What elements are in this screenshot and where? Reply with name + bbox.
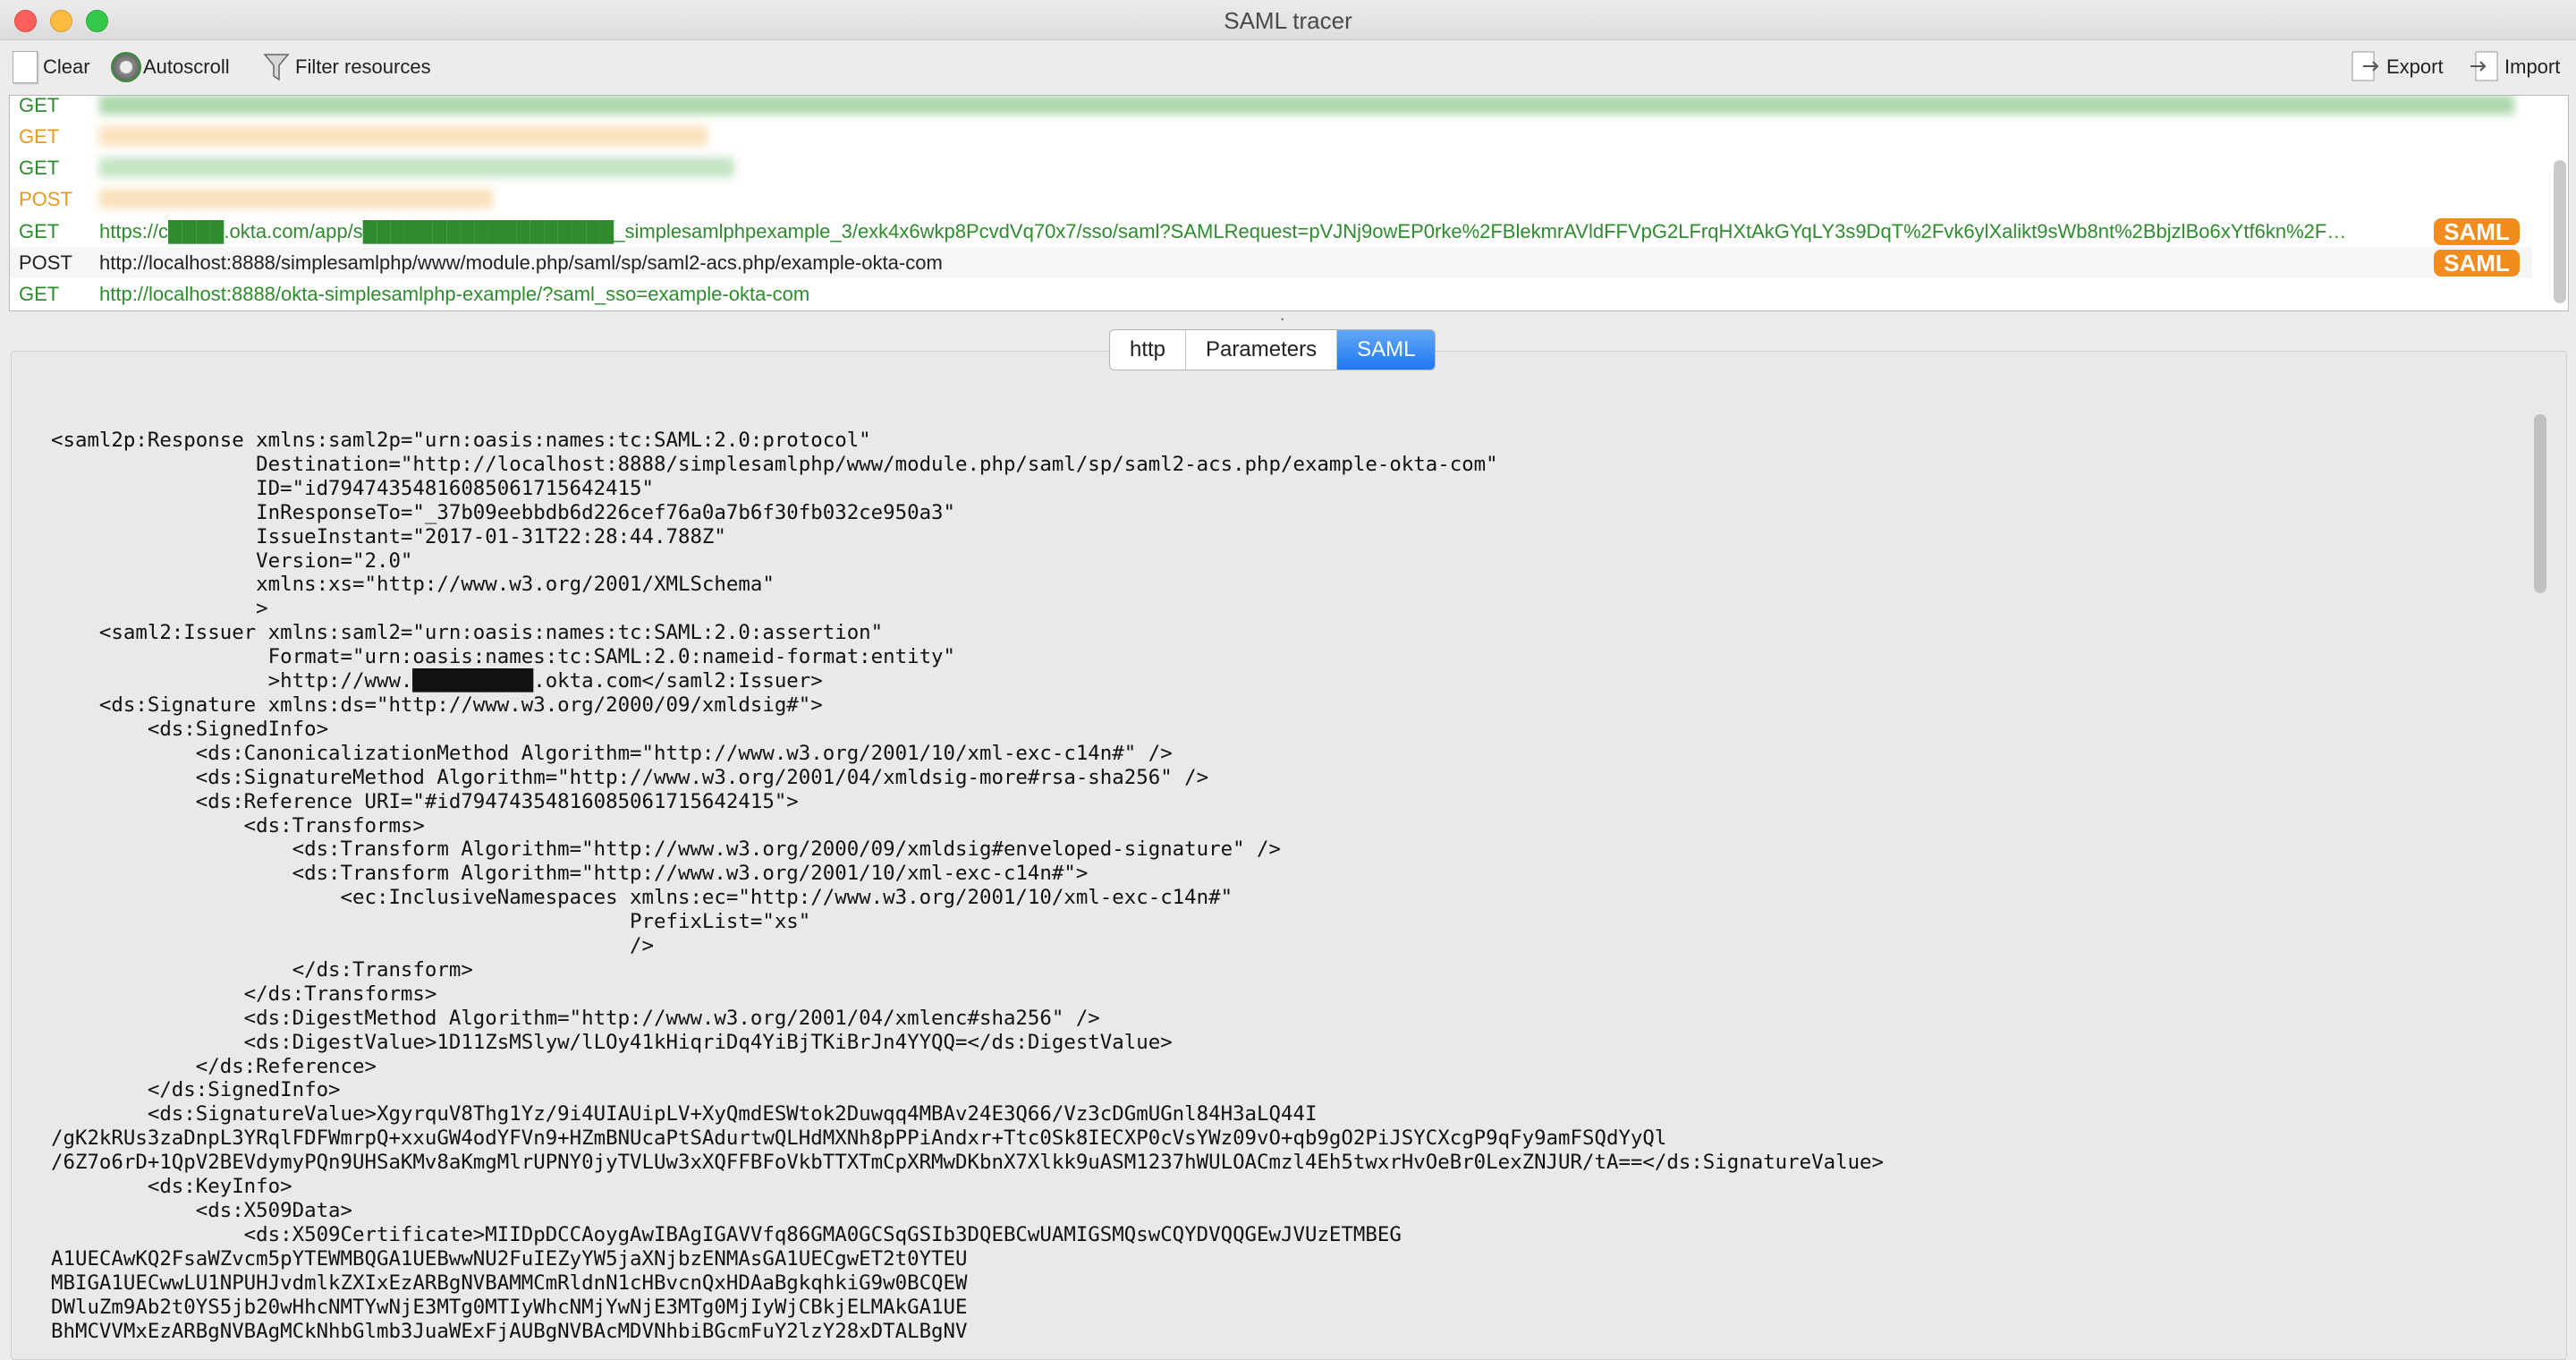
request-row[interactable]: GET <box>10 95 2532 121</box>
detail-scrollbar[interactable] <box>2534 414 2546 593</box>
xml-line: MBIGA1UECwwLU1NPUHJvdmlkZXIxEzARBgNVBAMM… <box>51 1271 968 1295</box>
gear-icon <box>111 52 141 82</box>
xml-line: <ds:Transforms> <box>243 813 425 837</box>
export-label: Export <box>2386 55 2444 78</box>
xml-line: > <box>256 597 268 621</box>
autoscroll-label: Autoscroll <box>143 55 230 78</box>
xml-line: </ds:Reference> <box>195 1054 377 1078</box>
request-method: GET <box>19 283 60 305</box>
xml-line: Format="urn:oasis:names:tc:SAML:2.0:name… <box>267 645 956 669</box>
tab-saml[interactable]: SAML <box>1337 330 1436 370</box>
clear-label: Clear <box>43 55 90 78</box>
xml-line: <ds:CanonicalizationMethod Algorithm="ht… <box>195 741 1173 765</box>
import-icon <box>2470 51 2498 81</box>
request-row[interactable]: POST <box>10 183 2532 215</box>
redacted-url <box>99 157 734 177</box>
saml-badge: SAML <box>2434 250 2520 276</box>
xml-line: <ec:InclusiveNamespaces xmlns:ec="http:/… <box>340 886 1233 910</box>
xml-line: InResponseTo="_37b09eebbdb6d226cef76a0a7… <box>256 500 956 524</box>
xml-line: </ds:Transform> <box>292 957 473 982</box>
xml-line: </ds:Transforms> <box>243 982 437 1006</box>
xml-line: <saml2p:Response xmlns:saml2p="urn:oasis… <box>51 429 871 452</box>
detail-tabs: http Parameters SAML <box>1109 329 1436 370</box>
xml-line: <ds:KeyInfo> <box>147 1175 292 1199</box>
xml-line: /6Z7o6rD+1QpV2BEVdymyPQn9UHSaKMv8aKmgMlr… <box>51 1151 1885 1175</box>
xml-line: <ds:SignatureValue>XgyrquV8Thg1Yz/9i4UIA… <box>147 1102 1318 1126</box>
request-row[interactable]: GET http://localhost:8888/okta-simplesam… <box>10 278 2532 310</box>
import-label: Import <box>2504 55 2561 78</box>
request-method: POST <box>19 251 72 274</box>
tab-parameters[interactable]: Parameters <box>1186 330 1338 370</box>
xml-line: <ds:DigestValue>1D11ZsMSlyw/lLOy41kHiqri… <box>243 1030 1173 1054</box>
xml-line: <ds:SignedInfo> <box>147 717 329 741</box>
request-method: GET <box>19 220 60 242</box>
export-icon <box>2351 51 2379 81</box>
detail-panel: <saml2p:Response xmlns:saml2p="urn:oasis… <box>11 351 2567 1360</box>
xml-line: xmlns:xs="http://www.w3.org/2001/XMLSche… <box>256 573 775 597</box>
clear-button[interactable]: Clear <box>13 49 90 85</box>
xml-line: <ds:Signature xmlns:ds="http://www.w3.or… <box>98 693 823 717</box>
request-url: http://localhost:8888/okta-simplesamlphp… <box>99 283 810 305</box>
filter-resources-label: Filter resources <box>295 55 431 78</box>
xml-line: <saml2:Issuer xmlns:saml2="urn:oasis:nam… <box>98 621 884 645</box>
xml-line: DWluZm9Ab2t0YS5jb20wHhcNMTYwNjE3MTg0MTIy… <box>51 1295 968 1319</box>
request-row[interactable]: GET https://c████.okta.com/app/s████████… <box>10 216 2532 247</box>
import-button[interactable]: Import <box>2469 49 2560 85</box>
xml-line: </ds:SignedInfo> <box>147 1078 341 1102</box>
xml-line: <ds:Transform Algorithm="http://www.w3.o… <box>292 862 1089 886</box>
redacted-url <box>99 189 493 208</box>
request-url: https://c████.okta.com/app/s████████████… <box>99 220 2347 242</box>
xml-line: Destination="http://localhost:8888/simpl… <box>256 452 1498 476</box>
request-method: POST <box>19 188 72 210</box>
request-row-selected[interactable]: POST http://localhost:8888/simplesamlphp… <box>10 247 2532 278</box>
request-list-scrollbar[interactable] <box>2554 160 2566 303</box>
window-title: SAML tracer <box>1224 7 1352 34</box>
tab-http[interactable]: http <box>1110 330 1187 370</box>
filter-resources-button[interactable]: Filter resources <box>263 49 431 85</box>
xml-line: <ds:DigestMethod Algorithm="http://www.w… <box>243 1006 1100 1030</box>
saml-xml-view: <saml2p:Response xmlns:saml2p="urn:oasis… <box>51 429 1884 1343</box>
xml-line: >http://www.██████████.okta.com</saml2:I… <box>267 669 823 693</box>
request-method: GET <box>19 125 60 148</box>
export-button[interactable]: Export <box>2351 49 2444 85</box>
request-url: http://localhost:8888/simplesamlphp/www/… <box>99 251 943 274</box>
request-method: GET <box>19 157 60 179</box>
xml-line: IssueInstant="2017-01-31T22:28:44.788Z" <box>256 524 726 548</box>
document-icon <box>13 51 38 83</box>
xml-line: PrefixList="xs" <box>630 910 811 934</box>
xml-line: <ds:X509Certificate>MIIDpDCCAoygAwIBAgIG… <box>243 1222 1402 1246</box>
request-list: GET GET GET POST GET https://c████.okta.… <box>9 95 2569 311</box>
xml-line: <ds:X509Data> <box>195 1199 353 1222</box>
request-row[interactable]: GET <box>10 121 2532 152</box>
xml-line: /gK2kRUs3zaDnpL3YRqlFDFWmrpQ+xxuGW4odYFV… <box>51 1126 1667 1151</box>
request-row[interactable]: GET <box>10 152 2532 183</box>
xml-line: <ds:Transform Algorithm="http://www.w3.o… <box>292 837 1281 862</box>
saml-badge: SAML <box>2434 218 2520 245</box>
xml-line: ID="id79474354816085061715642415" <box>256 476 655 500</box>
xml-line: <ds:SignatureMethod Algorithm="http://ww… <box>195 765 1209 789</box>
xml-line: BhMCVVMxEzARBgNVBAgMCkNhbGlmb3JuaWExFjAU… <box>51 1319 968 1343</box>
xml-line: <ds:Reference URI="#id794743548160850617… <box>195 789 799 813</box>
toolbar: Clear Autoscroll Filter resources Export… <box>0 40 2576 92</box>
request-method: GET <box>19 95 60 116</box>
xml-line: A1UECAwKQ2FsaWZvcm5pYTEWMBQGA1UEBwwNU2Fu… <box>51 1246 968 1271</box>
redacted-url <box>99 96 2514 115</box>
redacted-url <box>99 126 708 146</box>
panel-splitter-handle[interactable]: ▪ <box>1281 315 1295 325</box>
xml-line: /> <box>630 934 655 958</box>
xml-line: Version="2.0" <box>256 548 413 573</box>
funnel-icon <box>263 54 290 81</box>
autoscroll-button[interactable]: Autoscroll <box>111 49 230 85</box>
title-bar: SAML tracer <box>0 0 2576 40</box>
